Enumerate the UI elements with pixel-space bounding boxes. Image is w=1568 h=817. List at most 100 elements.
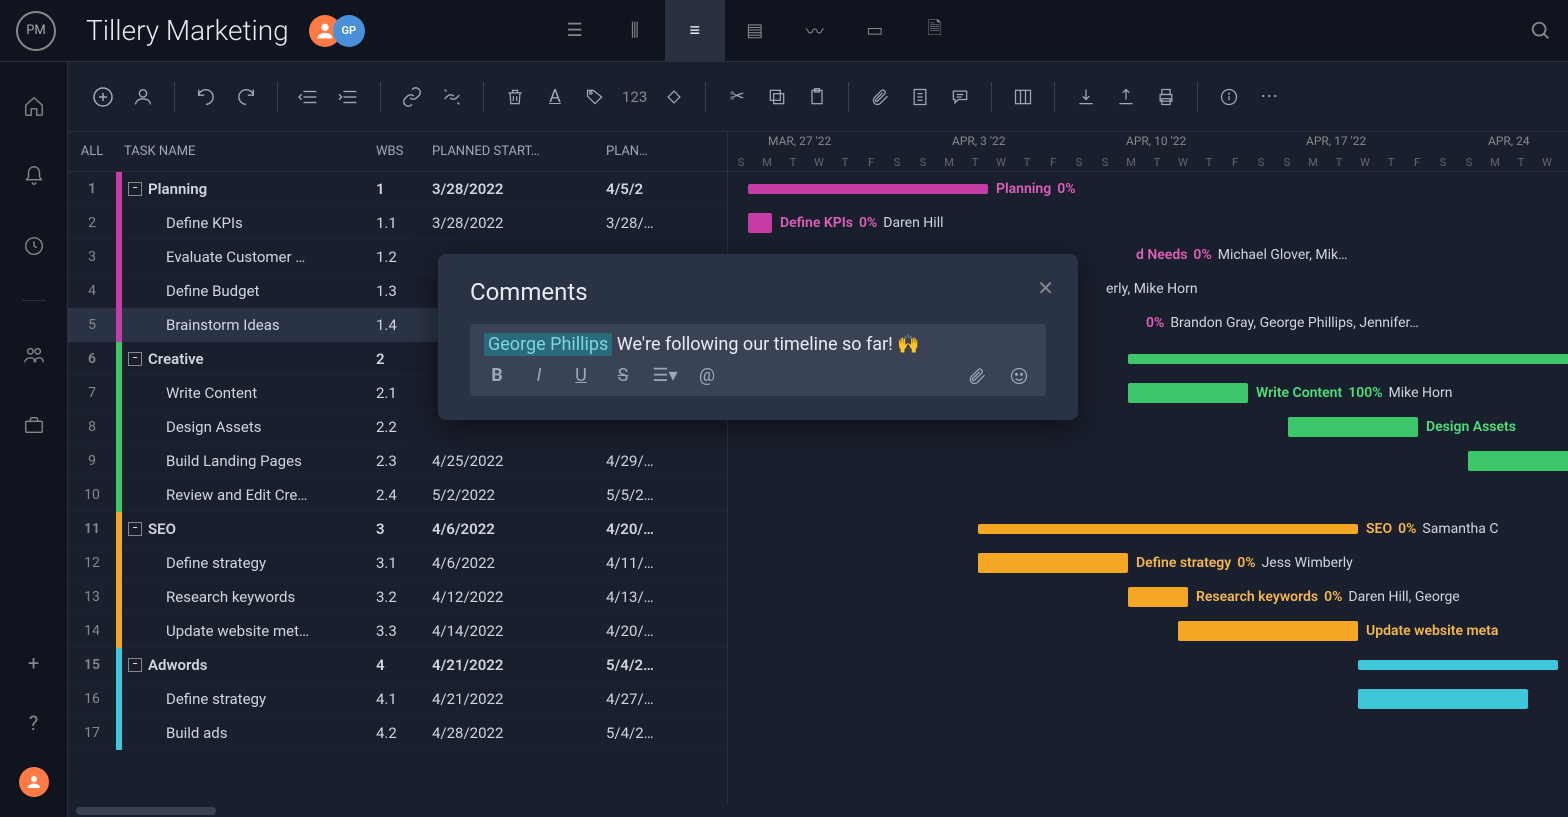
home-icon[interactable] <box>18 90 50 122</box>
add-task-icon[interactable] <box>90 85 116 109</box>
task-name-cell[interactable]: Write Content <box>116 376 376 410</box>
paste-icon[interactable] <box>804 87 830 107</box>
view-gantt-icon[interactable]: ≡ <box>665 0 725 62</box>
gantt-row[interactable]: Research keywords0%Daren Hill, George <box>728 580 1568 614</box>
gantt-row[interactable] <box>728 444 1568 478</box>
task-name-cell[interactable]: −Adwords <box>116 648 376 682</box>
more-icon[interactable]: ⋯ <box>1256 86 1282 107</box>
task-name-cell[interactable]: Research keywords <box>116 580 376 614</box>
add-icon[interactable]: + <box>18 647 50 679</box>
gantt-bar[interactable]: Research keywords0%Daren Hill, George <box>1128 587 1188 607</box>
task-name-cell[interactable]: −SEO <box>116 512 376 546</box>
gantt-row[interactable]: Planning0% <box>728 172 1568 206</box>
view-activity-icon[interactable]: 〰 <box>785 0 845 62</box>
gantt-bar[interactable]: Design Assets <box>1288 417 1418 437</box>
bold-icon[interactable]: B <box>484 365 510 386</box>
indent-icon[interactable] <box>336 86 362 108</box>
gantt-row[interactable] <box>728 648 1568 682</box>
table-row[interactable]: 1−Planning13/28/20224/5/2 <box>68 172 727 206</box>
copy-icon[interactable] <box>764 87 790 107</box>
gantt-bar[interactable]: Update website meta <box>1178 621 1358 641</box>
gantt-bar[interactable] <box>1128 354 1568 364</box>
table-row[interactable]: 12Define strategy3.14/6/20224/11/… <box>68 546 727 580</box>
table-row[interactable]: 10Review and Edit Cre…2.45/2/20225/5/2… <box>68 478 727 512</box>
horizontal-scrollbar[interactable] <box>68 805 1568 817</box>
comment-text[interactable]: George Phillips We're following our time… <box>484 334 1032 355</box>
collapse-icon[interactable]: − <box>128 658 142 672</box>
list-icon[interactable]: ☰▾ <box>652 365 678 386</box>
delete-icon[interactable] <box>502 87 528 107</box>
print-icon[interactable] <box>1153 87 1179 107</box>
task-name-cell[interactable]: Build ads <box>116 716 376 750</box>
collapse-icon[interactable]: − <box>128 182 142 196</box>
table-row[interactable]: 11−SEO34/6/20224/20/… <box>68 512 727 546</box>
gantt-bar[interactable]: SEO0%Samantha C <box>978 524 1358 534</box>
task-name-cell[interactable]: −Planning <box>116 172 376 206</box>
link-icon[interactable] <box>399 86 425 108</box>
col-header-all[interactable]: ALL <box>68 144 116 159</box>
tag-icon[interactable] <box>582 87 608 107</box>
task-name-cell[interactable]: Review and Edit Cre… <box>116 478 376 512</box>
redo-icon[interactable] <box>233 86 259 108</box>
table-row[interactable]: 15−Adwords44/21/20225/4/2… <box>68 648 727 682</box>
task-name-cell[interactable]: Build Landing Pages <box>116 444 376 478</box>
briefcase-icon[interactable] <box>18 409 50 441</box>
table-row[interactable]: 13Research keywords3.24/12/20224/13/… <box>68 580 727 614</box>
task-name-cell[interactable]: Define Budget <box>116 274 376 308</box>
col-header-start[interactable]: PLANNED START… <box>432 144 606 159</box>
gantt-row[interactable]: Define KPIs0%Daren Hill <box>728 206 1568 240</box>
cut-icon[interactable]: ✂ <box>724 86 750 107</box>
help-icon[interactable]: ? <box>18 707 50 739</box>
mention-icon[interactable]: @ <box>694 365 720 386</box>
gantt-bar[interactable]: Define KPIs0%Daren Hill <box>748 213 772 233</box>
table-row[interactable]: 16Define strategy4.14/21/20224/27/… <box>68 682 727 716</box>
task-name-cell[interactable]: −Creative <box>116 342 376 376</box>
close-icon[interactable]: ✕ <box>1037 276 1054 300</box>
comment-input[interactable]: George Phillips We're following our time… <box>470 324 1046 396</box>
table-row[interactable]: 17Build ads4.24/28/20225/4/2… <box>68 716 727 750</box>
search-icon[interactable] <box>1530 20 1552 42</box>
gantt-bar[interactable]: Define strategy0%Jess Wimberly <box>978 553 1128 573</box>
gantt-bar[interactable] <box>1358 689 1528 709</box>
view-sheet-icon[interactable]: ▤ <box>725 0 785 62</box>
gantt-row[interactable]: SEO0%Samantha C <box>728 512 1568 546</box>
collapse-icon[interactable]: − <box>128 352 142 366</box>
text-style-icon[interactable]: A <box>542 86 568 107</box>
strike-icon[interactable]: S <box>610 365 636 386</box>
info-icon[interactable] <box>1216 87 1242 107</box>
view-board-icon[interactable]: ⫼ <box>605 0 665 62</box>
import-icon[interactable] <box>1073 87 1099 107</box>
outdent-icon[interactable] <box>296 86 322 108</box>
col-header-wbs[interactable]: WBS <box>376 144 432 159</box>
gantt-row[interactable]: Update website meta <box>728 614 1568 648</box>
avatar-current-user[interactable] <box>19 767 49 797</box>
attachment-icon[interactable] <box>964 366 990 386</box>
emoji-icon[interactable] <box>1006 366 1032 386</box>
undo-icon[interactable] <box>193 86 219 108</box>
scrollbar-thumb[interactable] <box>76 807 216 815</box>
task-name-cell[interactable]: Evaluate Customer … <box>116 240 376 274</box>
underline-icon[interactable]: U <box>568 365 594 386</box>
gantt-bar[interactable]: Planning0% <box>748 184 988 194</box>
gantt-bar[interactable] <box>1468 451 1568 471</box>
mention-tag[interactable]: George Phillips <box>484 333 612 356</box>
avatar-user-2[interactable]: GP <box>333 15 365 47</box>
clock-icon[interactable] <box>18 230 50 262</box>
assign-icon[interactable] <box>130 86 156 108</box>
collapse-icon[interactable]: − <box>128 522 142 536</box>
gantt-bar[interactable]: Write Content100%Mike Horn <box>1128 383 1248 403</box>
col-header-name[interactable]: TASK NAME <box>116 144 376 159</box>
view-calendar-icon[interactable]: ▭ <box>845 0 905 62</box>
comment-icon[interactable] <box>947 87 973 107</box>
task-name-cell[interactable]: Update website met… <box>116 614 376 648</box>
view-file-icon[interactable]: 🗎 <box>905 0 965 62</box>
team-icon[interactable] <box>18 339 50 371</box>
task-name-cell[interactable]: Brainstorm Ideas <box>116 308 376 342</box>
unlink-icon[interactable] <box>439 86 465 108</box>
toolbar-number[interactable]: 123 <box>622 88 647 106</box>
task-name-cell[interactable]: Define KPIs <box>116 206 376 240</box>
bell-icon[interactable] <box>18 160 50 192</box>
task-name-cell[interactable]: Define strategy <box>116 682 376 716</box>
col-header-plan[interactable]: PLAN… <box>606 144 702 159</box>
view-list-icon[interactable]: ☰ <box>545 0 605 62</box>
